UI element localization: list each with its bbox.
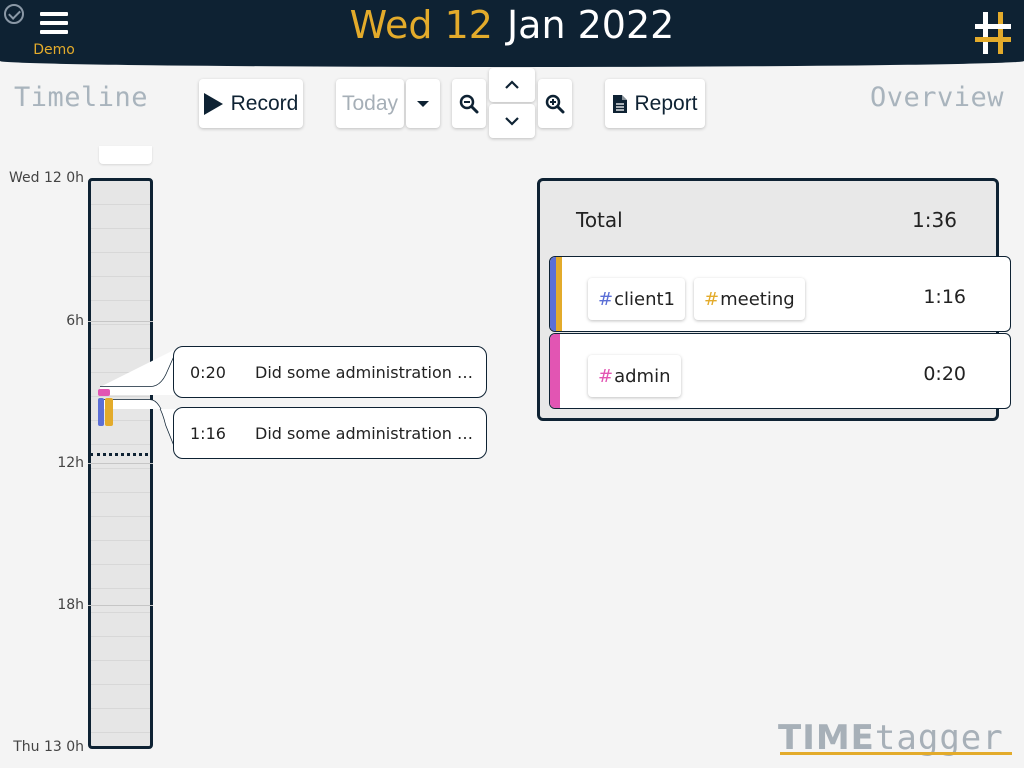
time-label-18h: 18h bbox=[57, 597, 84, 613]
top-bar: Demo Wed 12 Jan 2022 bbox=[0, 0, 1024, 67]
tag-name: client1 bbox=[614, 288, 675, 310]
tag-chip-meeting[interactable]: # meeting bbox=[694, 278, 805, 320]
record-description: Did some administration … bbox=[255, 363, 473, 382]
record-button[interactable]: Record bbox=[199, 79, 303, 128]
current-date: Wed 12 Jan 2022 bbox=[0, 3, 1024, 47]
today-label: Today bbox=[341, 91, 399, 115]
total-label: Total bbox=[576, 208, 623, 232]
record-segment-admin[interactable] bbox=[98, 389, 110, 396]
record-description: Did some administration … bbox=[255, 424, 473, 443]
tag-name: meeting bbox=[720, 288, 795, 310]
record-item[interactable]: 0:20 Did some administration … bbox=[173, 346, 487, 398]
current-time-indicator bbox=[90, 453, 148, 456]
time-label-day-end: Thu 13 0h bbox=[13, 739, 84, 755]
record-segment-client1[interactable] bbox=[98, 398, 104, 426]
time-label-6h: 6h bbox=[66, 313, 84, 329]
brand-underline bbox=[780, 752, 1012, 755]
tag-color-stripe bbox=[550, 334, 560, 408]
date-day: Wed 12 bbox=[349, 3, 493, 47]
record-item[interactable]: 1:16 Did some administration … bbox=[173, 407, 487, 459]
document-icon bbox=[613, 94, 628, 113]
overview-row[interactable]: # client1 # meeting 1:16 bbox=[549, 256, 1011, 332]
hour-gridline bbox=[88, 321, 153, 322]
record-duration: 1:16 bbox=[190, 424, 226, 443]
chevron-up-icon bbox=[505, 80, 519, 89]
timetagger-logo-icon bbox=[975, 12, 1011, 54]
overview-row[interactable]: # admin 0:20 bbox=[549, 333, 1011, 409]
timeline-title: Timeline bbox=[14, 82, 149, 113]
report-label: Report bbox=[634, 91, 698, 115]
record-label: Record bbox=[230, 91, 299, 115]
timeline-scroll-handle[interactable] bbox=[99, 146, 152, 164]
tag-hash: # bbox=[598, 365, 614, 387]
tag-hash: # bbox=[598, 288, 614, 310]
today-button[interactable]: Today bbox=[336, 79, 404, 128]
tag-chip-client1[interactable]: # client1 bbox=[588, 278, 685, 320]
zoom-in-icon bbox=[545, 94, 565, 113]
tag-color-stripe bbox=[556, 257, 562, 331]
row-duration: 0:20 bbox=[923, 363, 966, 385]
tag-name: admin bbox=[614, 365, 671, 387]
record-duration: 0:20 bbox=[190, 363, 226, 382]
tag-chip-admin[interactable]: # admin bbox=[588, 355, 681, 397]
date-month-year: Jan 2022 bbox=[506, 3, 675, 47]
tag-hash: # bbox=[704, 288, 720, 310]
total-value: 1:36 bbox=[912, 208, 957, 232]
step-back-button[interactable] bbox=[489, 68, 535, 102]
date-range-dropdown-button[interactable] bbox=[406, 79, 440, 128]
chevron-down-icon bbox=[505, 117, 519, 126]
zoom-out-button[interactable] bbox=[452, 79, 486, 128]
hour-gridline bbox=[88, 605, 153, 606]
record-segment-meeting[interactable] bbox=[105, 398, 113, 426]
zoom-in-button[interactable] bbox=[538, 79, 572, 128]
play-icon bbox=[203, 92, 223, 115]
report-button[interactable]: Report bbox=[605, 79, 705, 128]
time-label-day-start: Wed 12 0h bbox=[8, 170, 84, 186]
overview-title: Overview bbox=[869, 82, 1004, 113]
step-forward-button[interactable] bbox=[489, 104, 535, 138]
row-duration: 1:16 bbox=[923, 286, 966, 308]
time-label-12h: 12h bbox=[57, 455, 84, 471]
zoom-out-icon bbox=[459, 94, 479, 113]
caret-down-icon bbox=[417, 100, 429, 107]
